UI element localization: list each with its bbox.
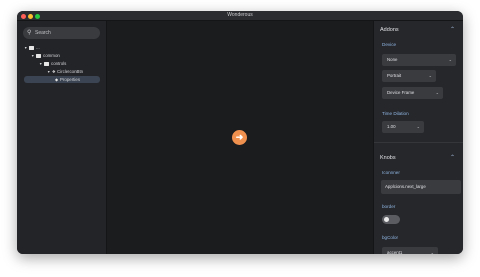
chevron-down-icon: ⌄ bbox=[416, 124, 420, 129]
device-value: None bbox=[387, 57, 398, 62]
device-label: Device bbox=[382, 42, 397, 47]
tree-item-root[interactable]: ▼... bbox=[24, 44, 94, 51]
search-icon: ⚲ bbox=[27, 30, 32, 36]
chevron-down-icon: ⌄ bbox=[435, 90, 439, 95]
device-dropdown[interactable]: None ⌄ bbox=[382, 54, 456, 66]
toggle-knob bbox=[384, 217, 389, 222]
device-frame-value: Device Frame bbox=[387, 90, 415, 95]
chevron-up-icon: ⌃ bbox=[449, 27, 455, 33]
chevron-down-icon: ⌄ bbox=[428, 73, 432, 78]
orientation-dropdown[interactable]: Portrait ⌄ bbox=[382, 70, 436, 82]
search-input[interactable]: ⚲ Search bbox=[23, 27, 100, 39]
search-placeholder: Search bbox=[35, 30, 51, 36]
section-divider bbox=[374, 142, 463, 143]
folder-icon bbox=[44, 62, 49, 66]
icon-input[interactable]: Applcions.next_large bbox=[381, 180, 461, 194]
arrow-right-icon: ➜ bbox=[235, 132, 244, 142]
tree-item-controls[interactable]: ▼ controls bbox=[39, 60, 99, 67]
tree-item-label: controls bbox=[51, 61, 67, 66]
bgcolor-label: bgColor bbox=[382, 235, 399, 240]
tree-item-label: ... bbox=[36, 45, 40, 50]
time-dilation-label: Time Dilation bbox=[382, 111, 409, 116]
icon-label: Iconnner bbox=[382, 170, 400, 175]
bgcolor-value: accent1 bbox=[387, 250, 403, 254]
chevron-up-icon: ⌃ bbox=[449, 155, 455, 161]
device-frame-dropdown[interactable]: Device Frame ⌄ bbox=[382, 87, 443, 99]
addons-header[interactable]: Addons ⌃ bbox=[374, 21, 463, 39]
knobs-header[interactable]: Knobs ⌃ bbox=[374, 149, 463, 167]
tree-item-properties[interactable]: ◆ Properties bbox=[24, 76, 100, 83]
border-label: border bbox=[382, 204, 396, 209]
circle-icon-button[interactable]: ➜ bbox=[232, 130, 247, 145]
app-window: Wonderous ⚲ Search ▼... ▼ common ▼ control… bbox=[17, 11, 463, 254]
chevron-down-icon: ⌄ bbox=[430, 250, 434, 254]
sidebar: ⚲ Search ▼... ▼ common ▼ controls ▼ ❖Circle… bbox=[17, 21, 107, 254]
title-bar: Wonderous bbox=[17, 11, 463, 21]
tree-item-label: common bbox=[43, 53, 60, 58]
knobs-title: Knobs bbox=[380, 155, 396, 161]
addons-panel: Addons ⌃ Device None ⌄ Portrait ⌄ Device… bbox=[373, 21, 463, 254]
orientation-value: Portrait bbox=[387, 73, 402, 78]
tree-item-label: CircleIconBtn bbox=[57, 69, 84, 74]
window-title: Wonderous bbox=[227, 12, 253, 18]
bgcolor-dropdown[interactable]: accent1 ⌄ bbox=[382, 247, 438, 254]
border-toggle[interactable] bbox=[382, 215, 400, 224]
folder-icon bbox=[29, 46, 34, 50]
time-dilation-value: 1.00 bbox=[387, 124, 396, 129]
tree-item-circleiconbtn[interactable]: ▼ ❖CircleIconBtn bbox=[47, 68, 102, 75]
folder-icon bbox=[36, 54, 41, 58]
time-dilation-dropdown[interactable]: 1.00 ⌄ bbox=[382, 121, 424, 133]
addons-title: Addons bbox=[380, 27, 399, 33]
tree-item-common[interactable]: ▼ common bbox=[31, 52, 96, 59]
chevron-down-icon: ⌄ bbox=[448, 57, 452, 62]
tree-item-label: Properties bbox=[60, 77, 81, 82]
